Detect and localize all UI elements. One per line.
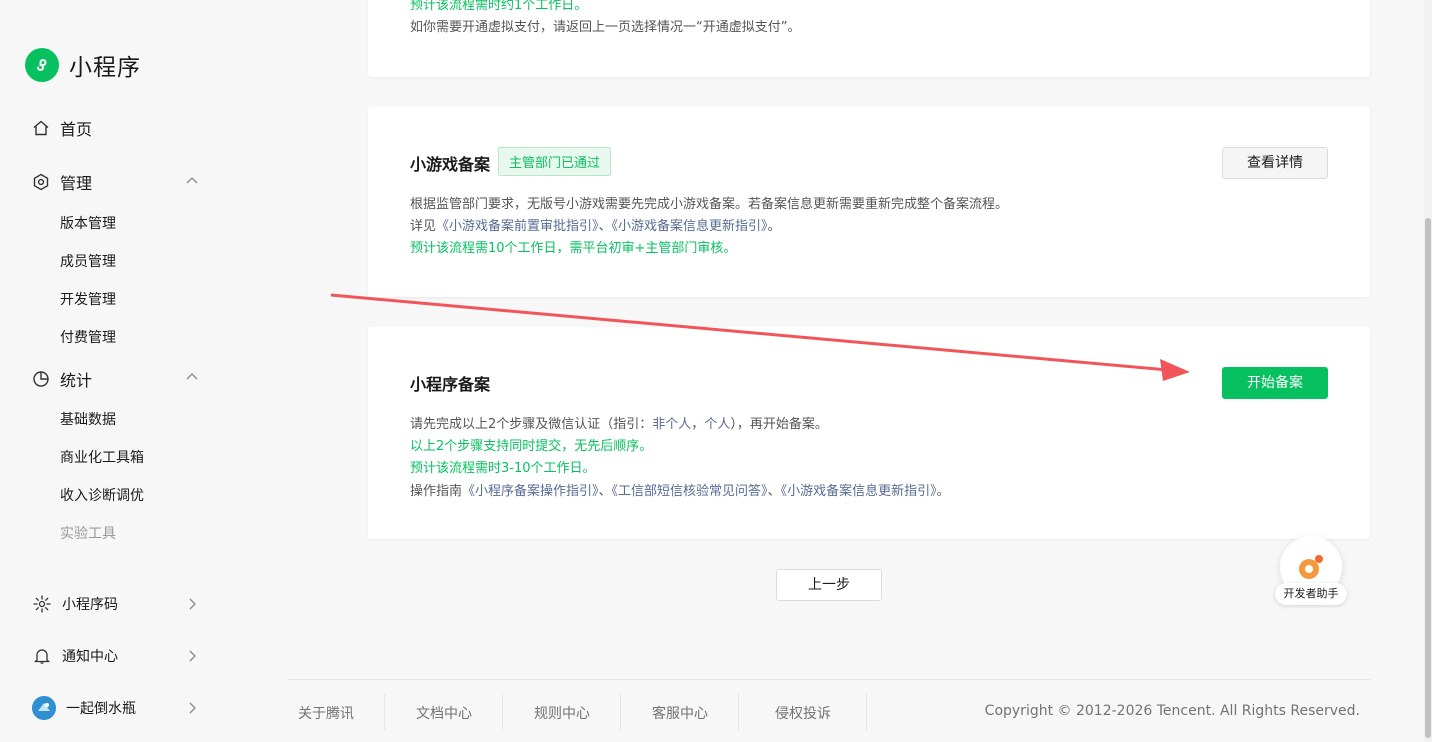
developer-assistant[interactable]: 开发者助手 (1275, 536, 1347, 608)
footer-divider (502, 694, 503, 730)
assistant-icon (1299, 555, 1323, 579)
footer-link-complaint[interactable]: 侵权投诉 (775, 703, 831, 723)
prev-step-button[interactable]: 上一步 (776, 569, 882, 601)
footer-divider (738, 694, 739, 730)
footer-link-rules[interactable]: 规则中心 (534, 703, 590, 723)
assistant-label: 开发者助手 (1275, 583, 1347, 605)
scrollbar-thumb[interactable] (1425, 218, 1431, 738)
footer: 关于腾讯 文档中心 规则中心 客服中心 侵权投诉 Copyright © 201… (288, 679, 1370, 742)
footer-divider (384, 694, 385, 730)
footer-divider (620, 694, 621, 730)
footer-link-docs[interactable]: 文档中心 (416, 703, 472, 723)
footer-link-support[interactable]: 客服中心 (652, 703, 708, 723)
footer-divider (866, 694, 867, 730)
annotation-arrow (330, 293, 1190, 381)
footer-link-about[interactable]: 关于腾讯 (298, 703, 354, 723)
copyright: Copyright © 2012-2026 Tencent. All Right… (984, 703, 1360, 719)
